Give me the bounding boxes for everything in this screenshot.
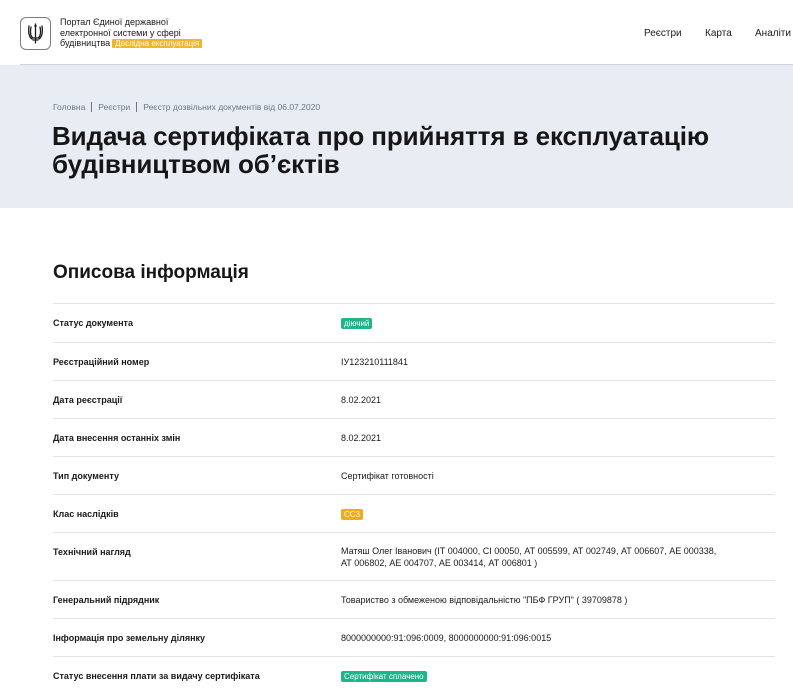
page-title-line-1: Видача сертифіката про прийняття в експл… (52, 121, 710, 151)
field-label: Дата реєстрації (53, 395, 123, 405)
field-row-payment-status: Статус внесення плати за видачу сертифік… (53, 656, 775, 693)
breadcrumb-current[interactable]: Реєстр дозвільних документів від 06.07.2… (143, 102, 320, 112)
field-label: Клас наслідків (53, 509, 119, 519)
portal-name-line-2: електронної системи у сфері (60, 27, 181, 38)
nav-registries[interactable]: Реєстри (644, 28, 682, 39)
field-value: ІУ123210111841 (341, 357, 408, 367)
portal-name-line-1: Портал Єдиної державної (60, 17, 169, 27)
payment-badge: Сертифікат сплачено (341, 671, 427, 682)
field-value: СС3 (341, 508, 364, 520)
beta-badge: Дослідна експлуатація (112, 39, 203, 48)
field-row-land-plot: Інформація про земельну ділянку 80000000… (53, 618, 775, 656)
field-row-status: Статус документа діючий (53, 303, 775, 342)
section-title: Описова інформація (53, 262, 249, 283)
breadcrumb: Головна Реєстри Реєстр дозвільних документ… (53, 102, 320, 112)
field-row-reg-number: Реєстраційний номер ІУ123210111841 (53, 342, 775, 380)
field-value: 8000000000:91:096:0009, 8000000000:91:09… (341, 633, 552, 643)
portal-name-line-3: будівництва Дослідна експлуатація (60, 38, 230, 49)
details-table: Статус документа діючий Реєстраційний но… (53, 303, 775, 693)
breadcrumb-home[interactable]: Головна (53, 102, 85, 112)
trident-logo-icon[interactable] (20, 17, 51, 50)
field-value-line-1: Матяш Олег Іванович (ІТ 004000, СІ 00050… (341, 546, 717, 556)
field-value: Сертифікат готовності (341, 471, 434, 481)
field-label: Дата внесення останніх змін (53, 433, 181, 443)
field-label: Генеральний підрядник (53, 595, 160, 605)
field-value: Матяш Олег Іванович (ІТ 004000, СІ 00050… (341, 545, 716, 569)
field-label: Технічний нагляд (53, 547, 131, 557)
page-title: Видача сертифіката про прийняття в експл… (52, 122, 709, 178)
breadcrumb-registries[interactable]: Реєстри (98, 102, 130, 112)
nav-map[interactable]: Карта (705, 28, 732, 39)
field-row-last-change: Дата внесення останніх змін 8.02.2021 (53, 418, 775, 456)
field-value: 8.02.2021 (341, 395, 382, 405)
field-label: Реєстраційний номер (53, 357, 150, 367)
field-value: Товариство з обмеженою відповідальністю … (341, 595, 628, 605)
status-badge: діючий (341, 318, 373, 329)
class-badge: СС3 (341, 509, 364, 520)
field-label: Статус документа (53, 318, 133, 328)
field-label: Тип документу (53, 471, 119, 481)
portal-name[interactable]: Портал Єдиної державної електронної сист… (60, 17, 230, 49)
portal-name-line-3-text: будівництва (60, 38, 111, 48)
nav-analytics[interactable]: Аналіти (755, 28, 791, 39)
field-label: Інформація про земельну ділянку (53, 633, 206, 643)
page-title-line-2: будівництвом об’єктів (52, 149, 340, 179)
field-row-tech-supervision: Технічний нагляд Матяш Олег Іванович (ІТ… (53, 532, 775, 580)
field-label: Статус внесення плати за видачу сертифік… (53, 671, 260, 681)
site-header: Портал Єдиної державної електронної сист… (0, 6, 793, 64)
coat-of-arms-icon (27, 22, 44, 44)
field-value: діючий (341, 317, 373, 329)
field-row-general-contractor: Генеральний підрядник Товариство з обмеж… (53, 580, 775, 618)
field-value: Сертифікат сплачено (341, 670, 427, 682)
field-row-doc-type: Тип документу Сертифікат готовності (53, 456, 775, 494)
hero-banner: Головна Реєстри Реєстр дозвільних документ… (0, 65, 793, 208)
breadcrumb-separator (136, 102, 138, 112)
field-value: 8.02.2021 (341, 433, 382, 443)
field-row-consequence-class: Клас наслідків СС3 (53, 494, 775, 532)
field-value-line-2: АТ 006802, АЕ 004707, АЕ 003414, АТ 0068… (341, 558, 538, 568)
breadcrumb-separator (91, 102, 93, 112)
field-row-reg-date: Дата реєстрації 8.02.2021 (53, 380, 775, 418)
